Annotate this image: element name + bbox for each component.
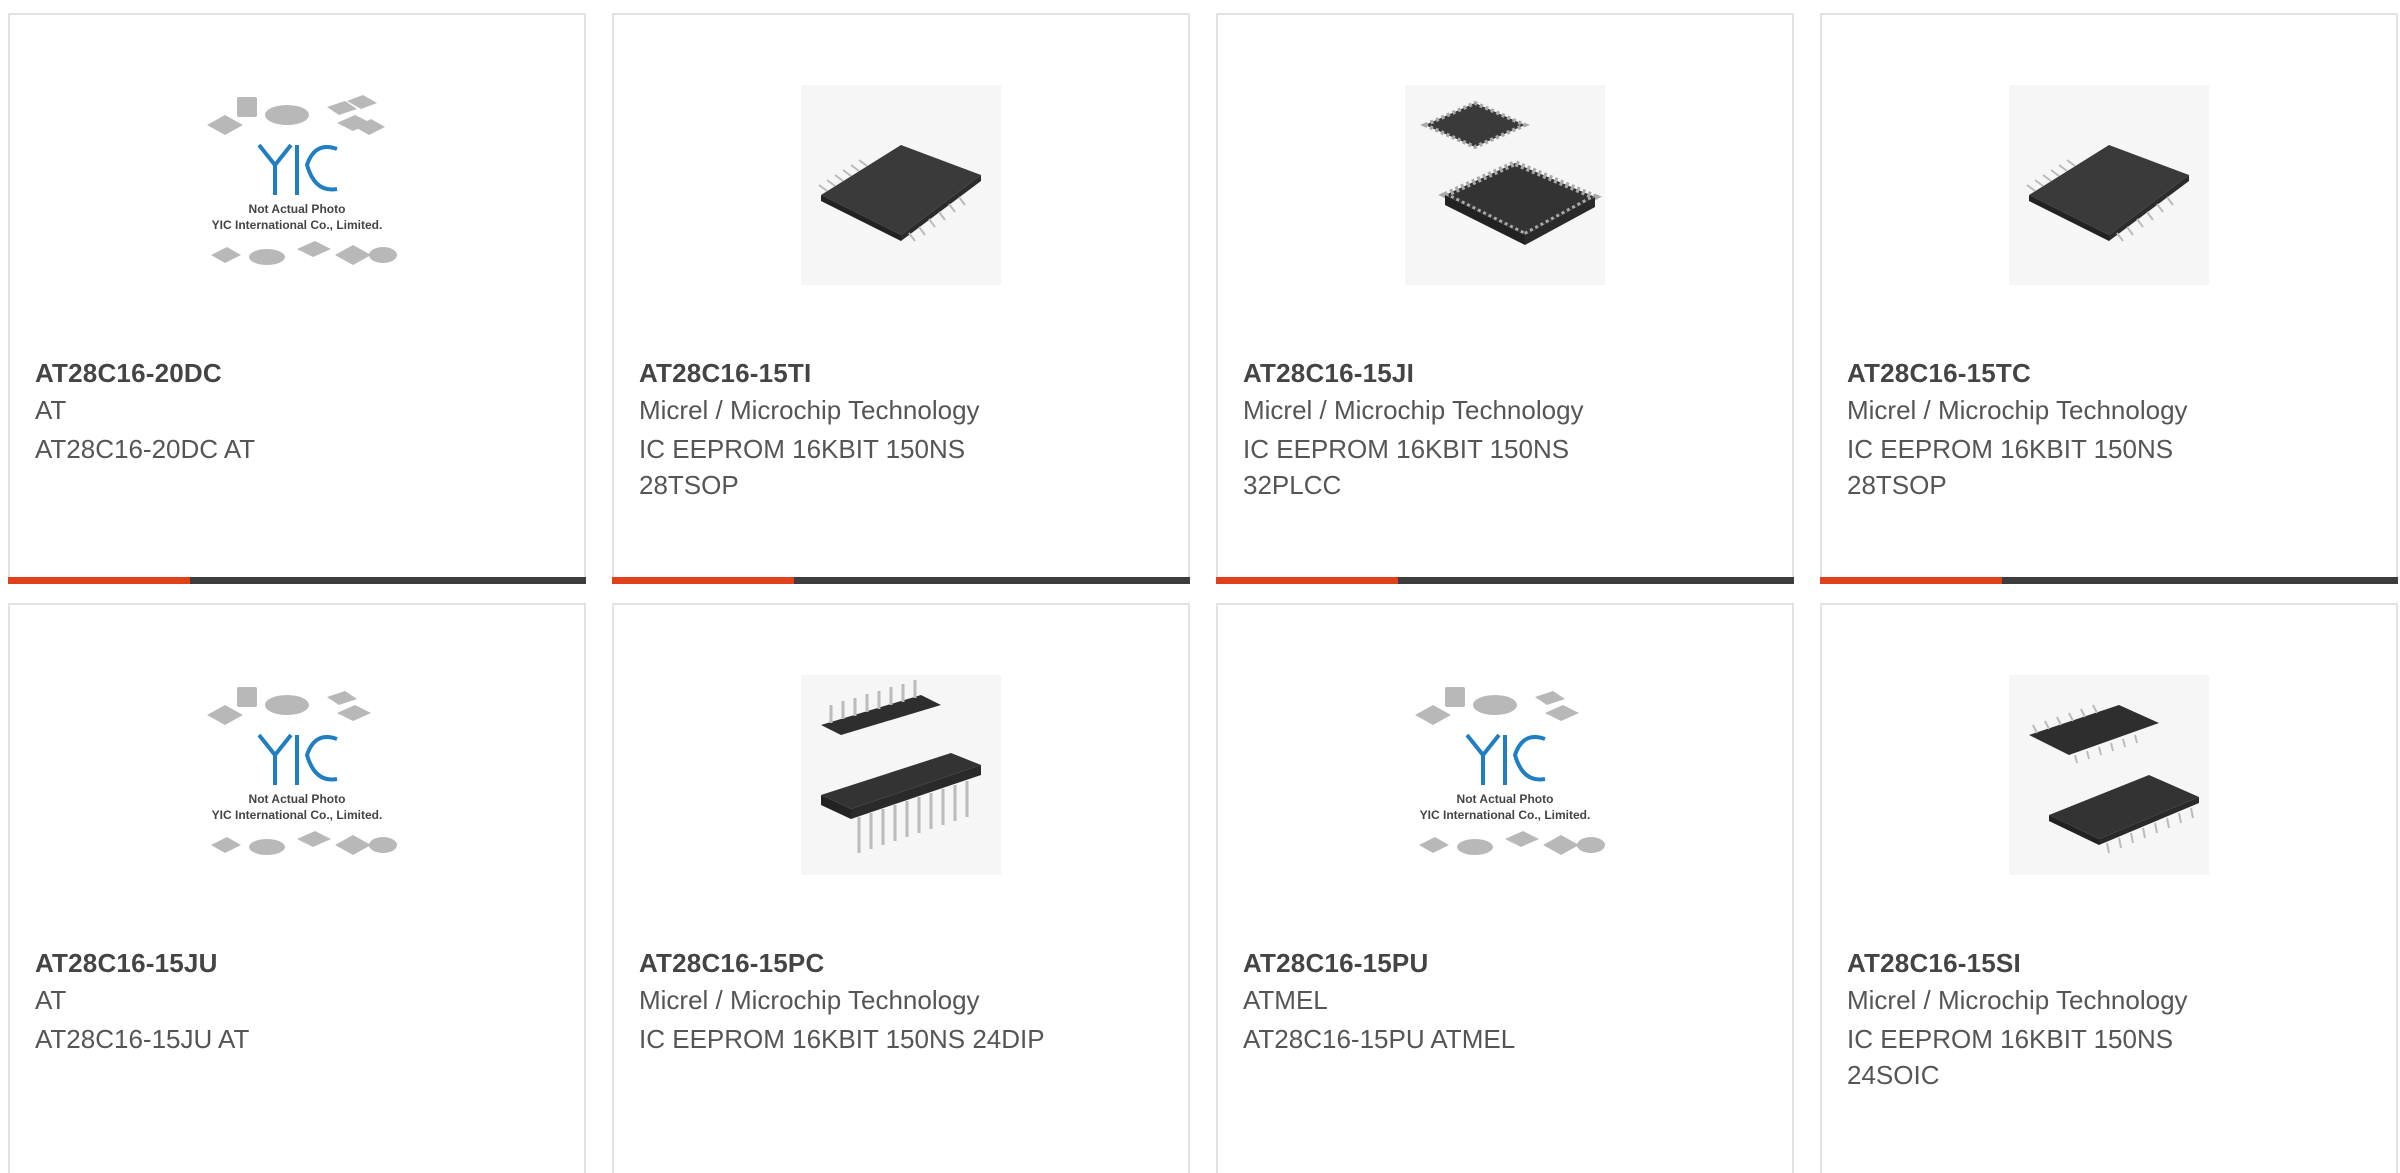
description: IC EEPROM 16KBIT 150NS 32PLCC bbox=[1243, 434, 1570, 500]
product-image[interactable] bbox=[801, 675, 1001, 875]
product-card[interactable]: AT28C16-15JI Micrel / Microchip Technolo… bbox=[1216, 13, 1794, 584]
product-image-placeholder[interactable]: Not Actual Photo YIC International Co., … bbox=[197, 85, 397, 285]
part-number[interactable]: AT28C16-15PC bbox=[639, 948, 824, 979]
card-accent-bar bbox=[612, 577, 794, 584]
product-image[interactable] bbox=[801, 85, 1001, 285]
product-image-placeholder[interactable]: Not Actual Photo YIC International Co., … bbox=[197, 675, 397, 875]
manufacturer: Micrel / Microchip Technology bbox=[639, 985, 980, 1015]
product-image[interactable] bbox=[2009, 675, 2209, 875]
placeholder-image: Not Actual Photo YIC International Co., … bbox=[207, 95, 397, 265]
yic-logo bbox=[1465, 733, 1546, 785]
yic-logo bbox=[257, 143, 338, 195]
card-footer-bar bbox=[1820, 577, 2398, 584]
manufacturer: Micrel / Microchip Technology bbox=[1847, 395, 2188, 425]
manufacturer: Micrel / Microchip Technology bbox=[639, 395, 980, 425]
yic-logo bbox=[257, 733, 338, 785]
dip-chip-icon bbox=[821, 680, 981, 853]
product-image[interactable] bbox=[1405, 85, 1605, 285]
tsop-chip-icon bbox=[2026, 145, 2189, 242]
card-accent-bar bbox=[1820, 577, 2002, 584]
placeholder-image: Not Actual Photo YIC International Co., … bbox=[1415, 687, 1605, 855]
description: IC EEPROM 16KBIT 150NS 28TSOP bbox=[1847, 434, 2174, 500]
part-number[interactable]: AT28C16-15TI bbox=[639, 358, 811, 389]
product-card[interactable]: Not Actual Photo YIC International Co., … bbox=[1216, 603, 1794, 1173]
part-number[interactable]: AT28C16-15JI bbox=[1243, 358, 1414, 389]
product-image-placeholder[interactable]: Not Actual Photo YIC International Co., … bbox=[1405, 675, 1605, 875]
product-card[interactable]: AT28C16-15TI Micrel / Microchip Technolo… bbox=[612, 13, 1190, 584]
placeholder-caption-2: YIC International Co., Limited. bbox=[212, 218, 383, 232]
part-number[interactable]: AT28C16-15SI bbox=[1847, 948, 2021, 979]
description: AT28C16-15PU ATMEL bbox=[1243, 1024, 1516, 1054]
product-card[interactable]: AT28C16-15PC Micrel / Microchip Technolo… bbox=[612, 603, 1190, 1173]
product-card[interactable]: Not Actual Photo YIC International Co., … bbox=[8, 13, 586, 584]
description: AT28C16-15JU AT bbox=[35, 1024, 250, 1054]
description: AT28C16-20DC AT bbox=[35, 434, 256, 464]
manufacturer: AT bbox=[35, 395, 67, 425]
description: IC EEPROM 16KBIT 150NS 24DIP bbox=[639, 1024, 1045, 1054]
tsop-chip-icon bbox=[818, 145, 981, 242]
card-footer-bar bbox=[1216, 577, 1794, 584]
plcc-chip-icon bbox=[1420, 100, 1602, 245]
part-number[interactable]: AT28C16-15PU bbox=[1243, 948, 1428, 979]
part-number[interactable]: AT28C16-15TC bbox=[1847, 358, 2031, 389]
description: IC EEPROM 16KBIT 150NS 24SOIC bbox=[1847, 1024, 2174, 1090]
soic-chip-icon bbox=[2029, 704, 2199, 854]
placeholder-caption-1: Not Actual Photo bbox=[249, 202, 346, 216]
card-accent-bar bbox=[8, 577, 190, 584]
part-number[interactable]: AT28C16-15JU bbox=[35, 948, 218, 979]
product-card[interactable]: AT28C16-15TC Micrel / Microchip Technolo… bbox=[1820, 13, 2398, 584]
card-footer-bar bbox=[612, 577, 1190, 584]
placeholder-caption-1: Not Actual Photo bbox=[1457, 792, 1554, 806]
product-image[interactable] bbox=[2009, 85, 2209, 285]
placeholder-caption-1: Not Actual Photo bbox=[249, 792, 346, 806]
placeholder-image: Not Actual Photo YIC International Co., … bbox=[207, 687, 397, 855]
manufacturer: ATMEL bbox=[1243, 985, 1328, 1015]
card-accent-bar bbox=[1216, 577, 1398, 584]
product-card[interactable]: AT28C16-15SI Micrel / Microchip Technolo… bbox=[1820, 603, 2398, 1173]
placeholder-caption-2: YIC International Co., Limited. bbox=[1420, 808, 1591, 822]
manufacturer: Micrel / Microchip Technology bbox=[1847, 985, 2188, 1015]
description: IC EEPROM 16KBIT 150NS 28TSOP bbox=[639, 434, 966, 500]
product-card[interactable]: Not Actual Photo YIC International Co., … bbox=[8, 603, 586, 1173]
manufacturer: AT bbox=[35, 985, 67, 1015]
manufacturer: Micrel / Microchip Technology bbox=[1243, 395, 1584, 425]
product-grid: Not Actual Photo YIC International Co., … bbox=[0, 0, 2400, 1173]
part-number[interactable]: AT28C16-20DC bbox=[35, 358, 222, 389]
placeholder-caption-2: YIC International Co., Limited. bbox=[212, 808, 383, 822]
card-footer-bar bbox=[8, 577, 586, 584]
